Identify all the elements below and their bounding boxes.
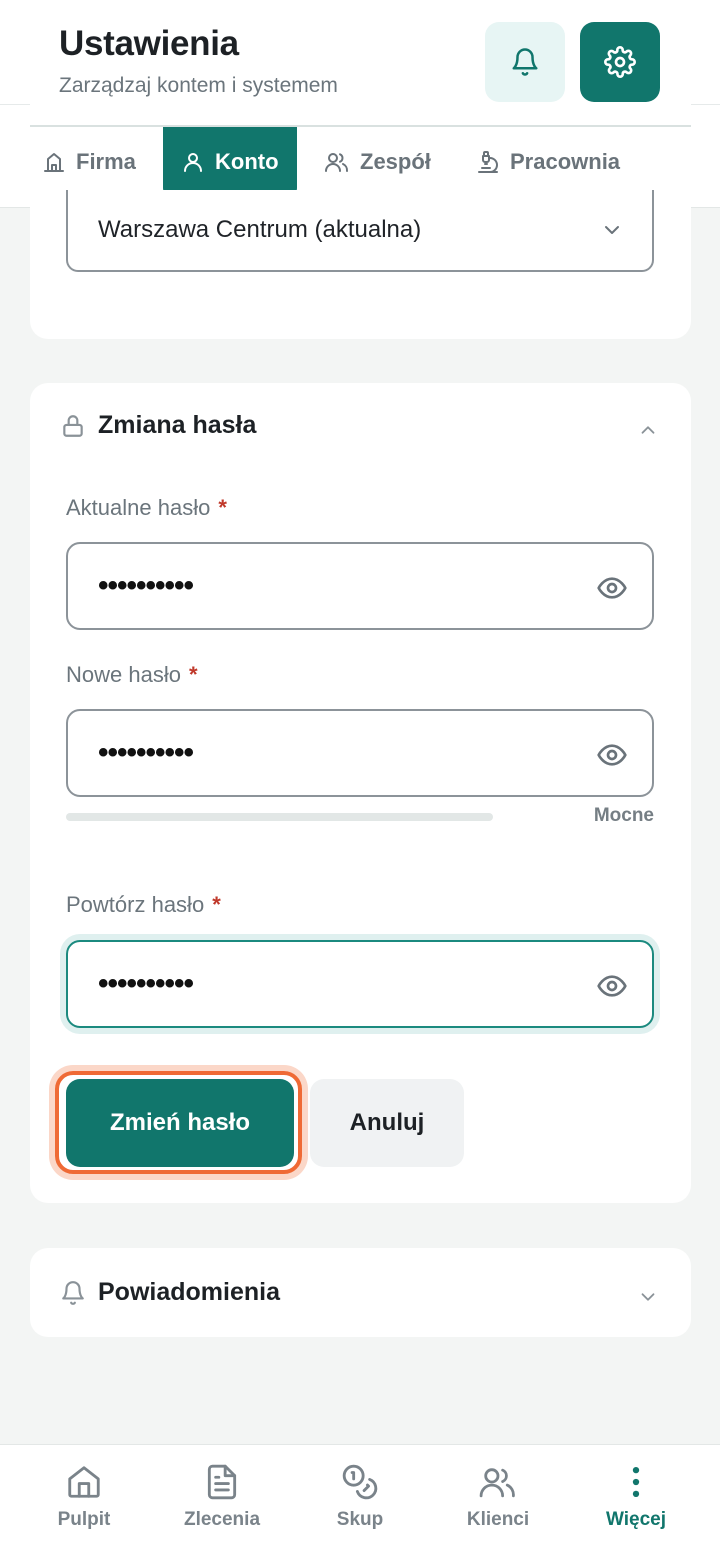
tab-label: Zespół: [360, 148, 431, 174]
notifications-card[interactable]: Powiadomienia: [30, 1248, 691, 1337]
page-title: Ustawienia: [59, 24, 239, 63]
user-icon: [184, 152, 202, 172]
nav-label: Zlecenia: [183, 1509, 261, 1530]
chevron-up-icon[interactable]: [637, 419, 659, 441]
eye-icon[interactable]: [596, 970, 628, 1002]
password-card: Zmiana hasła Aktualne hasło * •••••••••• …: [30, 383, 691, 1203]
bell-icon: [62, 1280, 84, 1305]
settings-button[interactable]: [580, 22, 660, 102]
password-section-title: Zmiana hasła: [98, 411, 257, 439]
users-icon: [325, 152, 348, 172]
password-strength-bar: [66, 813, 493, 821]
lock-icon: [63, 414, 83, 437]
location-select-value: Warszawa Centrum (aktualna): [98, 216, 422, 243]
tab-zespol[interactable]: Zespół: [324, 127, 431, 196]
required-mark: *: [188, 662, 198, 687]
tab-pracownia[interactable]: Pracownia: [476, 127, 620, 196]
notifications-section-header[interactable]: Powiadomienia: [60, 1278, 280, 1307]
password-section-header[interactable]: Zmiana hasła: [60, 411, 256, 440]
nav-label: Klienci: [466, 1509, 530, 1530]
chevron-down-icon[interactable]: [637, 1286, 659, 1308]
repeat-password-value: ••••••••••: [98, 967, 194, 1000]
current-password-input[interactable]: ••••••••••: [66, 542, 654, 630]
home-icon: [68, 1466, 100, 1498]
location-card: Warszawa Centrum (aktualna): [30, 190, 691, 339]
required-mark: *: [218, 495, 227, 520]
nav-label: Skup: [336, 1509, 384, 1530]
chevron-down-icon: [605, 226, 619, 234]
repeat-password-label: Powtórz hasło *: [66, 892, 221, 917]
location-select[interactable]: Warszawa Centrum (aktualna): [66, 190, 654, 272]
new-password-value: ••••••••••: [98, 736, 194, 769]
nav-skup[interactable]: Skup: [290, 1463, 430, 1531]
tab-konto[interactable]: Konto: [163, 127, 297, 196]
coins-icon: [342, 1464, 378, 1500]
nav-label: Więcej: [605, 1509, 667, 1530]
eye-icon[interactable]: [596, 739, 628, 771]
cancel-button[interactable]: Anuluj: [310, 1079, 464, 1167]
new-password-label: Nowe hasło *: [66, 662, 198, 687]
notifications-section-title: Powiadomienia: [98, 1278, 280, 1306]
more-vertical-icon: [632, 1466, 640, 1498]
new-password-input[interactable]: ••••••••••: [66, 709, 654, 797]
document-icon: [207, 1464, 237, 1500]
nav-klienci[interactable]: Klienci: [428, 1463, 568, 1531]
microscope-icon: [478, 150, 498, 173]
page-subtitle: Zarządzaj kontem i systemem: [59, 74, 338, 97]
bottom-navigation: Pulpit Zlecenia Skup Klienci Więcej: [0, 1444, 720, 1561]
tab-label: Konto: [215, 148, 279, 174]
current-password-label: Aktualne hasło *: [66, 495, 227, 520]
building-icon: [44, 152, 64, 172]
notifications-button[interactable]: [485, 22, 565, 102]
app-header: Ustawienia Zarządzaj kontem i systemem F…: [0, 0, 720, 208]
gear-icon: [604, 46, 636, 78]
nav-wiecej[interactable]: Więcej: [566, 1463, 706, 1531]
password-strength-label: Mocne: [593, 805, 654, 826]
tab-label: Firma: [76, 148, 136, 174]
nav-label: Pulpit: [57, 1509, 111, 1530]
users-icon: [479, 1468, 515, 1498]
current-password-value: ••••••••••: [98, 569, 194, 602]
settings-tabs: Firma Konto Zespół Pracownia: [30, 127, 691, 196]
change-password-button[interactable]: Zmień hasło: [66, 1079, 294, 1167]
bell-icon: [512, 48, 538, 76]
tab-label: Pracownia: [510, 148, 621, 174]
repeat-password-input[interactable]: ••••••••••: [66, 940, 654, 1028]
required-mark: *: [212, 892, 221, 917]
nav-zlecenia[interactable]: Zlecenia: [152, 1463, 292, 1531]
eye-icon[interactable]: [596, 572, 628, 604]
nav-pulpit[interactable]: Pulpit: [14, 1463, 154, 1531]
tab-firma[interactable]: Firma: [42, 127, 136, 196]
header-card: Ustawienia Zarządzaj kontem i systemem: [30, 0, 691, 127]
